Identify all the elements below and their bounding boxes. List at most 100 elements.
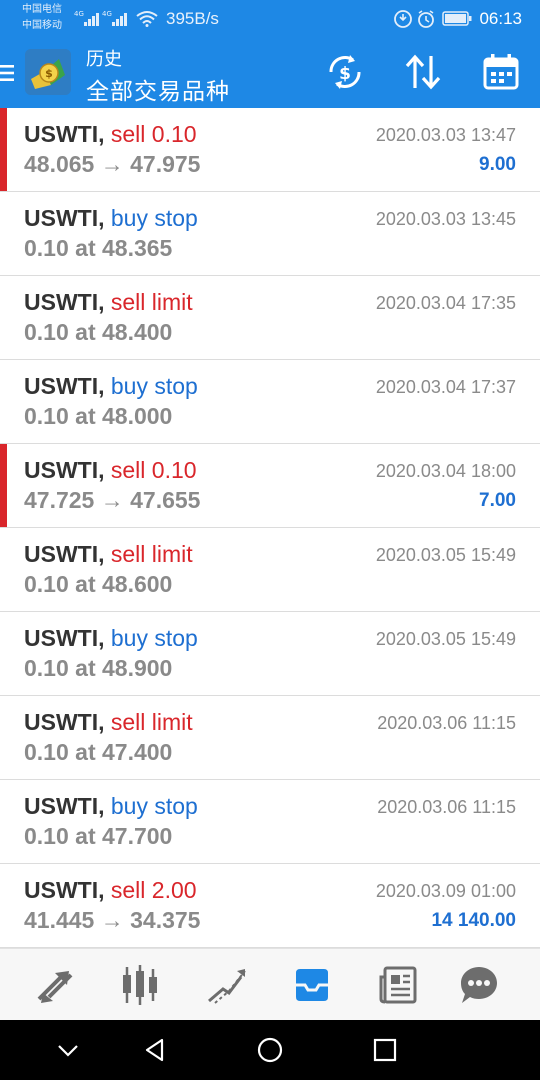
chevron-down-icon[interactable] bbox=[53, 1035, 83, 1065]
trade-profit: 9.00 bbox=[479, 154, 516, 175]
alarm-icon bbox=[418, 10, 434, 28]
trade-detail: 48.065 → 47.975 bbox=[24, 151, 201, 177]
trade-time: 2020.03.04 17:37 bbox=[375, 377, 516, 397]
trade-title: USWTI, sell 0.10 bbox=[24, 121, 197, 148]
trade-row[interactable]: USWTI, sell 2.00 41.445 → 34.375 2020.03.0… bbox=[0, 864, 540, 948]
trade-detail: 0.10 at 48.400 bbox=[24, 319, 173, 345]
trade-action: buy stop bbox=[110, 205, 198, 231]
quotes-icon[interactable] bbox=[33, 963, 77, 1007]
chat-icon[interactable] bbox=[457, 963, 501, 1007]
trade-title: USWTI, buy stop bbox=[24, 625, 198, 652]
trade-detail: 0.10 at 47.700 bbox=[24, 823, 173, 849]
trade-icon[interactable] bbox=[205, 963, 249, 1007]
trade-detail: 0.10 at 48.600 bbox=[24, 571, 173, 597]
chart-icon[interactable] bbox=[118, 963, 162, 1007]
page-title: 历史 bbox=[86, 49, 122, 69]
bottom-nav bbox=[0, 948, 540, 1020]
trade-title: USWTI, sell limit bbox=[24, 709, 193, 736]
trade-action: sell limit bbox=[110, 709, 193, 735]
trade-action: buy stop bbox=[110, 373, 198, 399]
trade-row[interactable]: USWTI, buy stop 0.10 at 47.700 2020.03.06 … bbox=[0, 780, 540, 864]
home-icon[interactable] bbox=[255, 1035, 285, 1065]
clock: 06:13 bbox=[479, 9, 522, 28]
trade-detail: 0.10 at 48.000 bbox=[24, 403, 173, 429]
svg-text:$: $ bbox=[339, 64, 351, 84]
trade-symbol: USWTI, bbox=[24, 877, 105, 903]
menu-icon[interactable] bbox=[0, 63, 16, 83]
currency-exchange-icon[interactable]: $ bbox=[323, 50, 367, 94]
recents-icon[interactable] bbox=[370, 1035, 400, 1065]
trade-row[interactable]: USWTI, sell 0.10 47.725 → 47.655 2020.03.0… bbox=[0, 444, 540, 528]
trade-row[interactable]: USWTI, sell limit 0.10 at 47.400 2020.03.0… bbox=[0, 696, 540, 780]
trade-symbol: USWTI, bbox=[24, 541, 105, 567]
trade-action: buy stop bbox=[110, 625, 198, 651]
top-bar: 中国电信 中国移动 4G 4G 395B/s 06:13 $ 历史 全部交易品种… bbox=[0, 0, 540, 108]
closed-position-marker bbox=[0, 444, 7, 527]
signal-icon: 4G bbox=[102, 10, 127, 26]
trade-row[interactable]: USWTI, buy stop 0.10 at 48.900 2020.03.05 … bbox=[0, 612, 540, 696]
trade-detail: 0.10 at 48.900 bbox=[24, 655, 173, 681]
app-bar: $ 历史 全部交易品种 $ bbox=[0, 36, 540, 108]
trade-time: 2020.03.03 13:45 bbox=[375, 209, 516, 229]
trade-symbol: USWTI, bbox=[24, 457, 105, 483]
trade-symbol: USWTI, bbox=[24, 625, 105, 651]
trade-profit: 14 140.00 bbox=[431, 910, 516, 931]
trade-row[interactable]: USWTI, sell 0.10 48.065 → 47.975 2020.03.0… bbox=[0, 108, 540, 192]
trade-action: sell 0.10 bbox=[110, 457, 197, 483]
trade-detail: 0.10 at 47.400 bbox=[24, 739, 173, 765]
trade-title: USWTI, sell 2.00 bbox=[24, 877, 197, 904]
page-subtitle[interactable]: 全部交易品种 bbox=[86, 72, 230, 106]
data-saver-icon bbox=[394, 10, 412, 28]
trade-time: 2020.03.09 01:00 bbox=[375, 881, 516, 901]
trade-title: USWTI, sell limit bbox=[24, 541, 193, 568]
trade-detail: 0.10 at 48.365 bbox=[24, 235, 173, 261]
svg-text:$: $ bbox=[45, 67, 53, 80]
trade-history-list[interactable]: USWTI, sell 0.10 48.065 → 47.975 2020.03.0… bbox=[0, 108, 540, 948]
news-icon[interactable] bbox=[377, 963, 421, 1007]
trade-title: USWTI, buy stop bbox=[24, 793, 198, 820]
trade-symbol: USWTI, bbox=[24, 709, 105, 735]
trade-symbol: USWTI, bbox=[24, 205, 105, 231]
carrier-2: 中国移动 bbox=[22, 20, 62, 31]
trade-action: sell limit bbox=[110, 541, 193, 567]
trade-action: sell 0.10 bbox=[110, 121, 197, 147]
svg-text:4G: 4G bbox=[102, 10, 112, 18]
wifi-icon bbox=[136, 11, 158, 27]
trade-symbol: USWTI, bbox=[24, 121, 105, 147]
trade-time: 2020.03.05 15:49 bbox=[375, 545, 516, 565]
back-icon[interactable] bbox=[140, 1035, 170, 1065]
svg-text:4G: 4G bbox=[74, 10, 84, 18]
trade-time: 2020.03.03 13:47 bbox=[375, 125, 516, 145]
trade-row[interactable]: USWTI, buy stop 0.10 at 48.365 2020.03.03 … bbox=[0, 192, 540, 276]
trade-time: 2020.03.04 17:35 bbox=[375, 293, 516, 313]
trade-row[interactable]: USWTI, sell limit 0.10 at 48.600 2020.03.0… bbox=[0, 528, 540, 612]
trade-title: USWTI, buy stop bbox=[24, 373, 198, 400]
trade-symbol: USWTI, bbox=[24, 373, 105, 399]
history-icon[interactable] bbox=[290, 963, 334, 1007]
trade-time: 2020.03.06 11:15 bbox=[377, 713, 516, 733]
metatrader-logo: $ bbox=[25, 49, 71, 95]
trade-action: sell limit bbox=[110, 289, 193, 315]
trade-profit: 7.00 bbox=[479, 490, 516, 511]
battery-icon bbox=[442, 11, 472, 26]
trade-title: USWTI, sell 0.10 bbox=[24, 457, 197, 484]
trade-detail: 41.445 → 34.375 bbox=[24, 907, 201, 933]
trade-action: sell 2.00 bbox=[110, 877, 197, 903]
status-bar: 中国电信 中国移动 4G 4G 395B/s 06:13 bbox=[0, 0, 540, 36]
trade-title: USWTI, sell limit bbox=[24, 289, 193, 316]
carrier-1: 中国电信 bbox=[22, 4, 62, 15]
trade-row[interactable]: USWTI, sell limit 0.10 at 48.400 2020.03.0… bbox=[0, 276, 540, 360]
signal-icon: 4G bbox=[74, 10, 99, 26]
system-nav-bar bbox=[0, 1020, 540, 1080]
trade-action: buy stop bbox=[110, 793, 198, 819]
trade-time: 2020.03.05 15:49 bbox=[375, 629, 516, 649]
trade-time: 2020.03.04 18:00 bbox=[375, 461, 516, 481]
trade-title: USWTI, buy stop bbox=[24, 205, 198, 232]
calendar-icon[interactable] bbox=[479, 50, 523, 94]
trade-symbol: USWTI, bbox=[24, 289, 105, 315]
trade-symbol: USWTI, bbox=[24, 793, 105, 819]
sort-icon[interactable] bbox=[401, 50, 445, 94]
trade-row[interactable]: USWTI, buy stop 0.10 at 48.000 2020.03.04 … bbox=[0, 360, 540, 444]
trade-detail: 47.725 → 47.655 bbox=[24, 487, 201, 513]
trade-time: 2020.03.06 11:15 bbox=[377, 797, 516, 817]
